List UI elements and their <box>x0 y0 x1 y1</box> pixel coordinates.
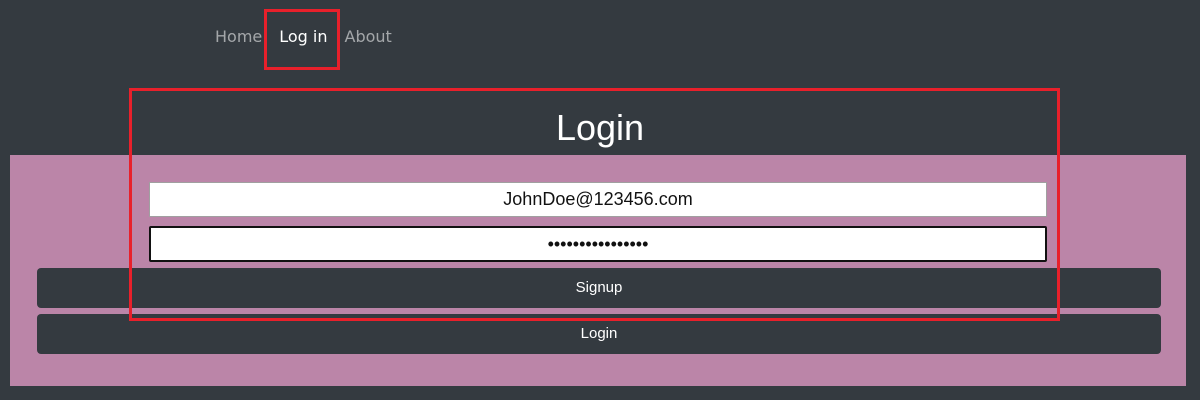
page: Home Log in About Login Signup Login <box>0 0 1200 400</box>
top-nav: Home Log in About <box>215 22 392 50</box>
signup-button[interactable]: Signup <box>37 268 1161 308</box>
email-field[interactable] <box>149 182 1047 217</box>
nav-home-link[interactable]: Home <box>215 27 262 46</box>
page-title: Login <box>555 107 645 148</box>
nav-about-link[interactable]: About <box>345 27 392 46</box>
login-panel: Signup Login <box>10 155 1186 386</box>
login-button[interactable]: Login <box>37 314 1161 354</box>
password-field[interactable] <box>149 226 1047 262</box>
nav-login-link[interactable]: Log in <box>279 27 327 46</box>
